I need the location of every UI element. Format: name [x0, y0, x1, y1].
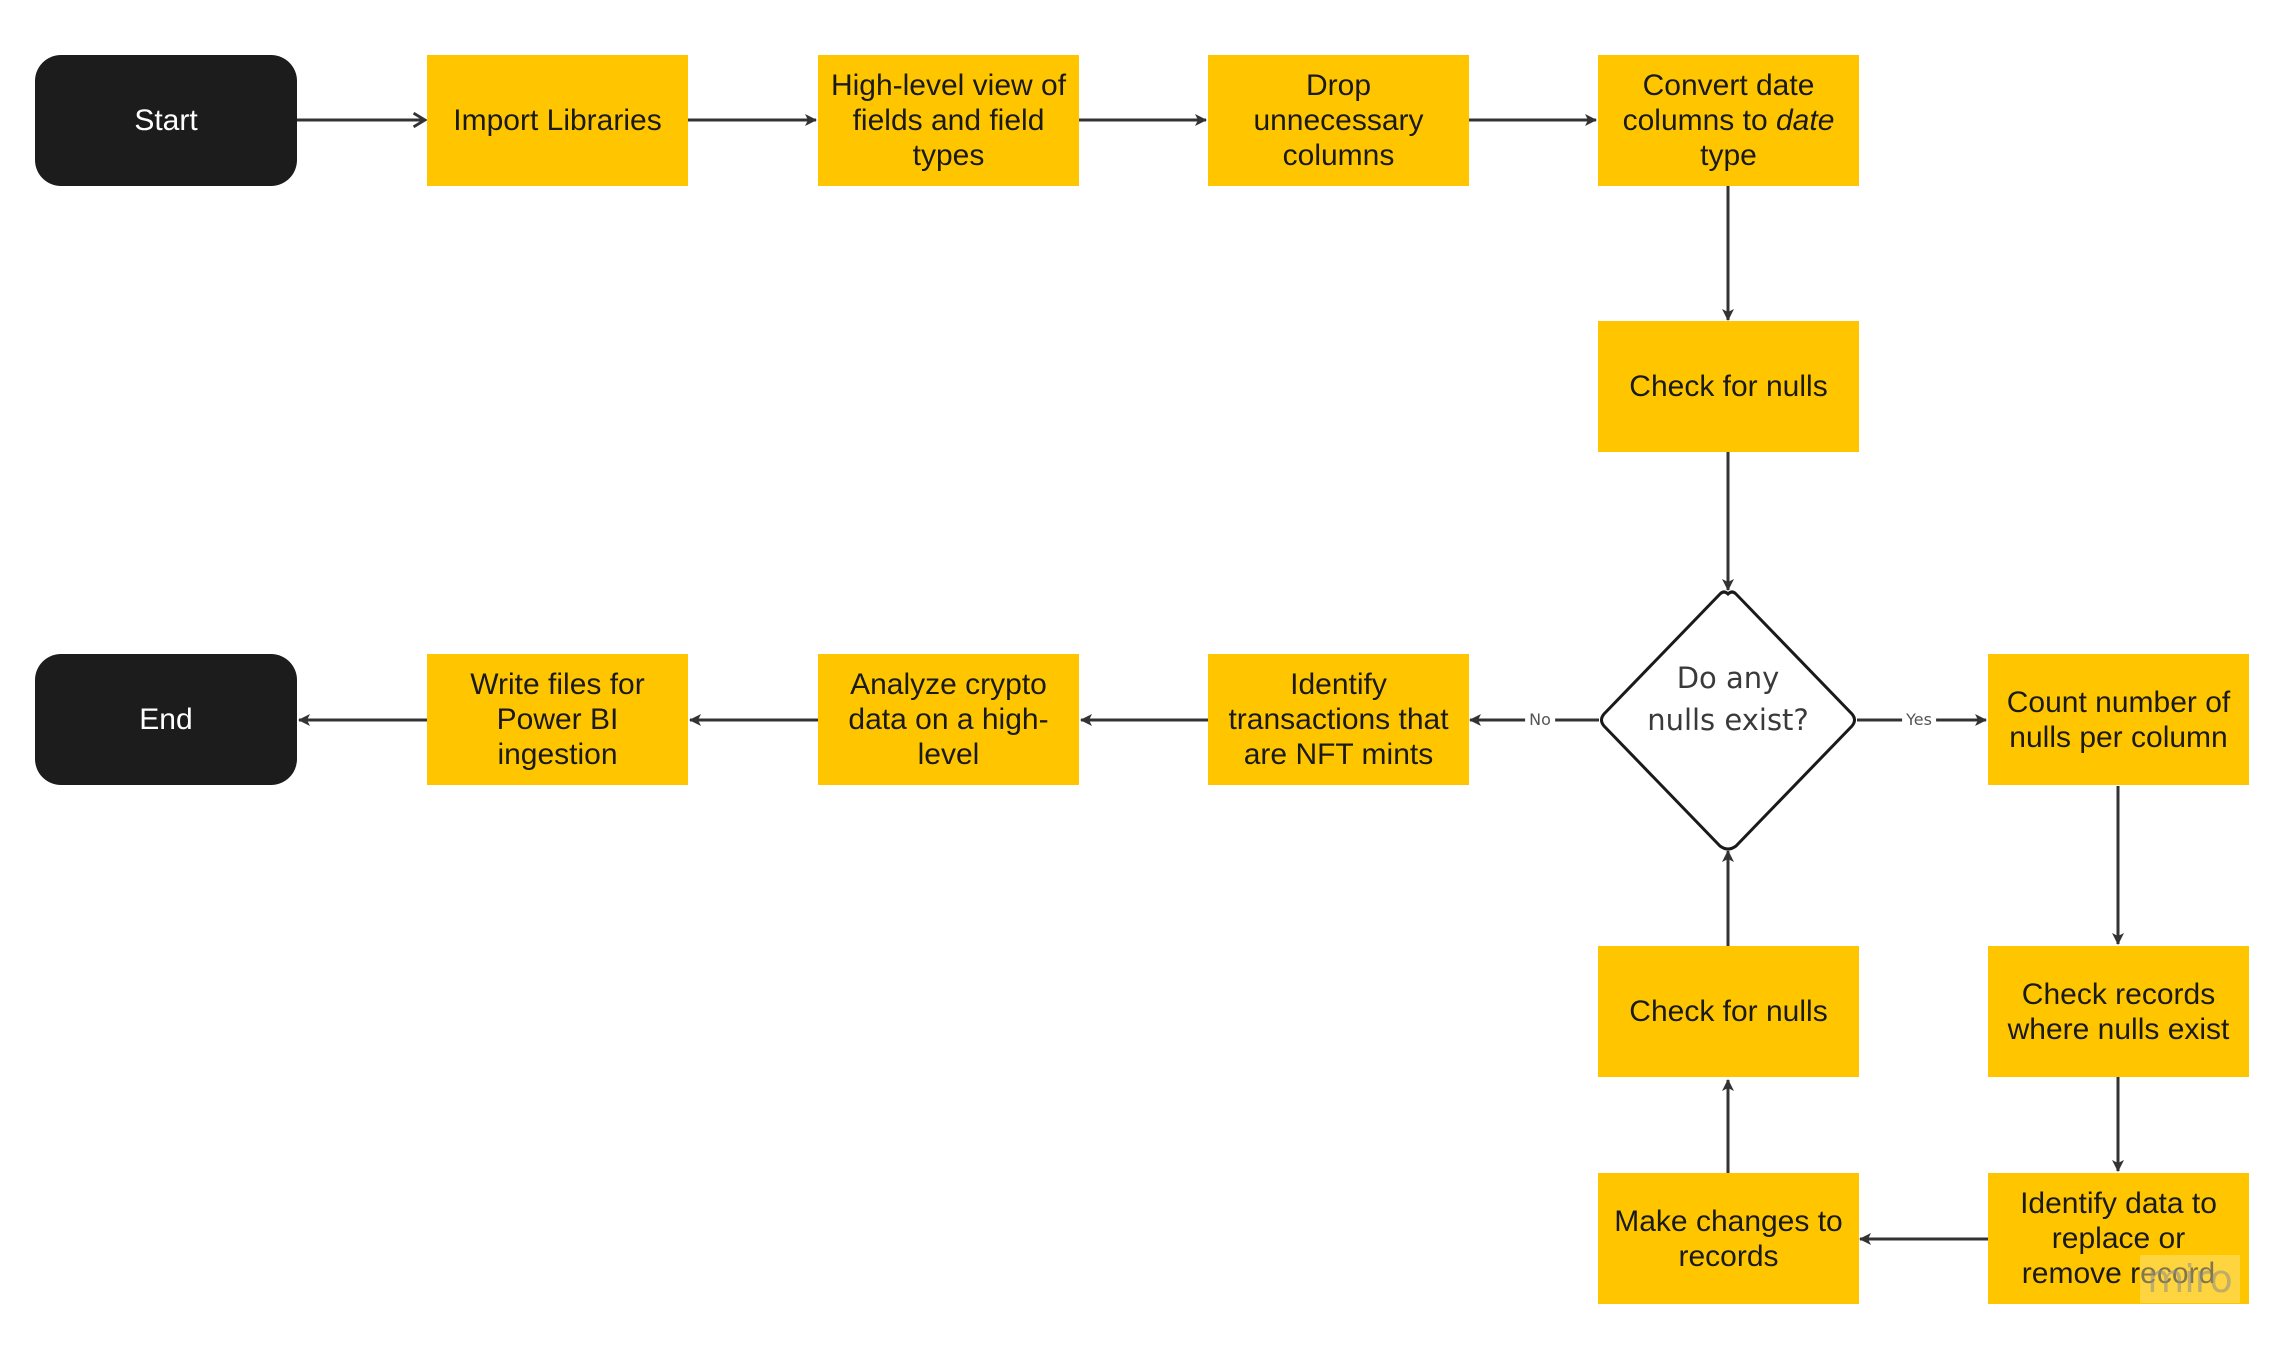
edge-label-no: No: [1525, 711, 1555, 729]
check-records-node[interactable]: Check records where nulls exist: [1988, 946, 2249, 1077]
high-level-view-node[interactable]: High-level view of fields and field type…: [818, 55, 1079, 186]
identify-nft-mints-node[interactable]: Identify transactions that are NFT mints: [1208, 654, 1469, 785]
check-nulls-1-node[interactable]: Check for nulls: [1598, 321, 1859, 452]
miro-watermark: miro: [2140, 1255, 2240, 1303]
high-level-view-label: High-level view of fields and field type…: [830, 69, 1067, 172]
flowchart-canvas: Start Import Libraries High-level view o…: [0, 0, 2276, 1345]
convert-dates-node[interactable]: Convert date columns to date type: [1598, 55, 1859, 186]
check-nulls-2-node[interactable]: Check for nulls: [1598, 946, 1859, 1077]
start-node[interactable]: Start: [35, 55, 297, 186]
drop-columns-node[interactable]: Drop unnecessary columns: [1208, 55, 1469, 186]
check-nulls-1-label: Check for nulls: [1629, 370, 1828, 403]
write-files-node[interactable]: Write files for Power BI ingestion: [427, 654, 688, 785]
end-node-label: End: [139, 702, 193, 736]
write-files-label: Write files for Power BI ingestion: [470, 668, 645, 771]
count-nulls-node[interactable]: Count number of nulls per column: [1988, 654, 2249, 785]
edges-layer: [297, 0, 2124, 1245]
analyze-crypto-node[interactable]: Analyze crypto data on a high-level: [818, 654, 1079, 785]
check-records-label: Check records where nulls exist: [2007, 977, 2230, 1046]
convert-dates-label-emphasis: date: [1776, 104, 1835, 137]
drop-columns-label: Drop unnecessary columns: [1253, 69, 1424, 172]
edge-label-yes: Yes: [1902, 711, 1936, 729]
make-changes-node[interactable]: Make changes to records: [1598, 1173, 1859, 1304]
convert-dates-label: Convert date columns to date type: [1606, 68, 1851, 173]
make-changes-label: Make changes to records: [1614, 1204, 1843, 1273]
identify-nft-mints-label: Identify transactions that are NFT mints: [1228, 668, 1449, 771]
convert-dates-label-suffix: type: [1700, 139, 1757, 172]
end-node[interactable]: End: [35, 654, 297, 785]
count-nulls-label: Count number of nulls per column: [2006, 685, 2231, 754]
import-libraries-label: Import Libraries: [453, 104, 662, 137]
analyze-crypto-label: Analyze crypto data on a high-level: [848, 668, 1049, 771]
import-libraries-node[interactable]: Import Libraries: [427, 55, 688, 186]
check-nulls-2-label: Check for nulls: [1629, 995, 1828, 1028]
decision-node-label[interactable]: Do any nulls exist?: [1643, 657, 1813, 741]
start-node-label: Start: [134, 103, 198, 137]
